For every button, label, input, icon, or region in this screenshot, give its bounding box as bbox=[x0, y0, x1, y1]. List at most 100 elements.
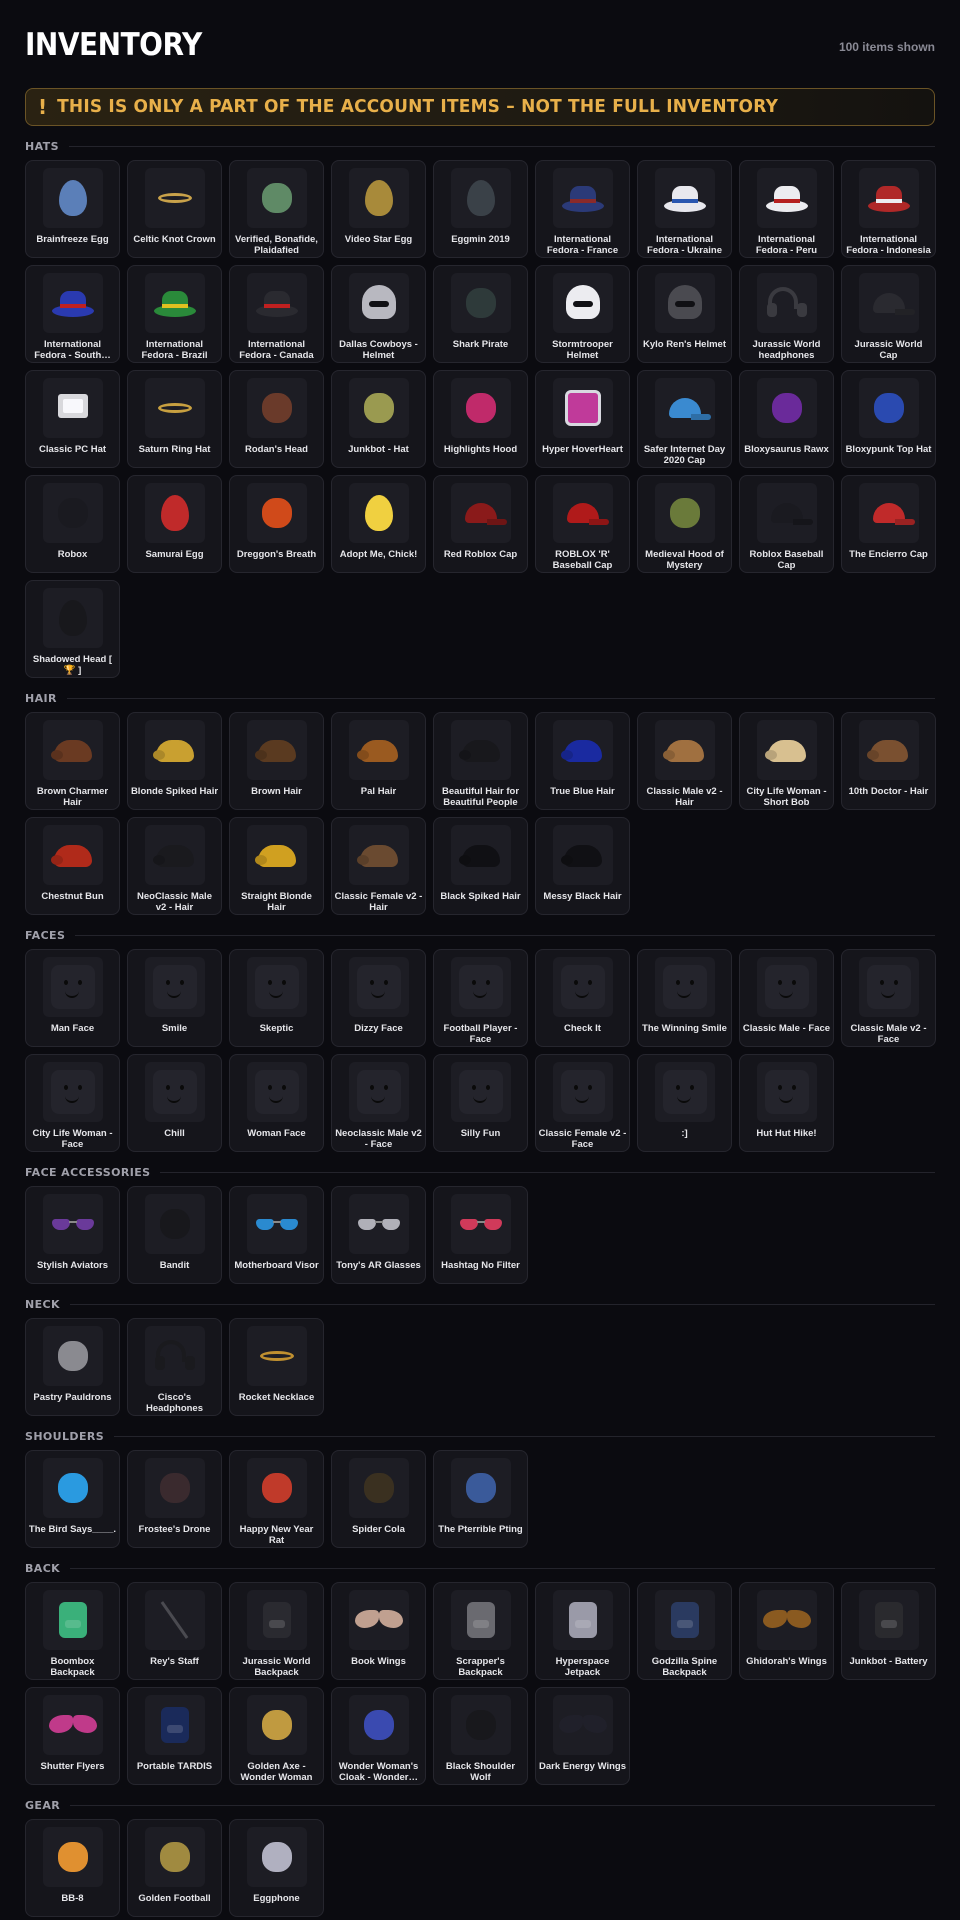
item-card[interactable]: The Pterrible Pting bbox=[433, 1450, 528, 1548]
item-card[interactable]: International Fedora - Indonesia bbox=[841, 160, 936, 258]
item-card[interactable]: Ghidorah's Wings bbox=[739, 1582, 834, 1680]
item-card[interactable]: Junkbot - Hat bbox=[331, 370, 426, 468]
item-card[interactable]: International Fedora - Brazil bbox=[127, 265, 222, 363]
item-card[interactable]: Rodan's Head bbox=[229, 370, 324, 468]
item-card[interactable]: Neoclassic Male v2 - Face bbox=[331, 1054, 426, 1152]
item-card[interactable]: Classic Female v2 - Face bbox=[535, 1054, 630, 1152]
item-card[interactable]: Book Wings bbox=[331, 1582, 426, 1680]
item-card[interactable]: Check It bbox=[535, 949, 630, 1047]
item-card[interactable]: Rey's Staff bbox=[127, 1582, 222, 1680]
item-card[interactable]: 10th Doctor - Hair bbox=[841, 712, 936, 810]
item-card[interactable]: International Fedora - Peru bbox=[739, 160, 834, 258]
item-card[interactable]: Jurassic World Backpack bbox=[229, 1582, 324, 1680]
item-card[interactable]: Bandit bbox=[127, 1186, 222, 1284]
item-card[interactable]: Safer Internet Day 2020 Cap bbox=[637, 370, 732, 468]
item-card[interactable]: Hyperspace Jetpack bbox=[535, 1582, 630, 1680]
item-card[interactable]: Hashtag No Filter bbox=[433, 1186, 528, 1284]
item-card[interactable]: Shutter Flyers bbox=[25, 1687, 120, 1785]
item-card[interactable]: Rocket Necklace bbox=[229, 1318, 324, 1416]
item-card[interactable]: Adopt Me, Chick! bbox=[331, 475, 426, 573]
item-card[interactable]: :] bbox=[637, 1054, 732, 1152]
item-card[interactable]: Celtic Knot Crown bbox=[127, 160, 222, 258]
item-card[interactable]: Tony's AR Glasses bbox=[331, 1186, 426, 1284]
item-card[interactable]: Saturn Ring Hat bbox=[127, 370, 222, 468]
item-card[interactable]: City Life Woman - Short Bob bbox=[739, 712, 834, 810]
item-card[interactable]: Brown Charmer Hair bbox=[25, 712, 120, 810]
item-card[interactable]: Dreggon's Breath bbox=[229, 475, 324, 573]
item-card[interactable]: Smile bbox=[127, 949, 222, 1047]
item-card[interactable]: BB-8 bbox=[25, 1819, 120, 1917]
item-card[interactable]: Blonde Spiked Hair bbox=[127, 712, 222, 810]
item-card[interactable]: International Fedora - France bbox=[535, 160, 630, 258]
item-card[interactable]: Classic Male v2 - Face bbox=[841, 949, 936, 1047]
item-card[interactable]: Red Roblox Cap bbox=[433, 475, 528, 573]
item-card[interactable]: Shadowed Head [ 🏆 ] bbox=[25, 580, 120, 678]
item-card[interactable]: Kylo Ren's Helmet bbox=[637, 265, 732, 363]
item-card[interactable]: Skeptic bbox=[229, 949, 324, 1047]
item-card[interactable]: NeoClassic Male v2 - Hair bbox=[127, 817, 222, 915]
item-card[interactable]: Jurassic World Cap bbox=[841, 265, 936, 363]
item-card[interactable]: Junkbot - Battery bbox=[841, 1582, 936, 1680]
item-card[interactable]: Football Player - Face bbox=[433, 949, 528, 1047]
item-card[interactable]: Medieval Hood of Mystery bbox=[637, 475, 732, 573]
item-card[interactable]: Samurai Egg bbox=[127, 475, 222, 573]
item-card[interactable]: Chestnut Bun bbox=[25, 817, 120, 915]
item-card[interactable]: Dizzy Face bbox=[331, 949, 426, 1047]
item-card[interactable]: Robox bbox=[25, 475, 120, 573]
item-card[interactable]: Boombox Backpack bbox=[25, 1582, 120, 1680]
item-card[interactable]: ROBLOX 'R' Baseball Cap bbox=[535, 475, 630, 573]
item-card[interactable]: Brainfreeze Egg bbox=[25, 160, 120, 258]
item-card[interactable]: The Encierro Cap bbox=[841, 475, 936, 573]
item-card[interactable]: City Life Woman - Face bbox=[25, 1054, 120, 1152]
item-card[interactable]: International Fedora - Ukraine bbox=[637, 160, 732, 258]
item-card[interactable]: Chill bbox=[127, 1054, 222, 1152]
item-card[interactable]: Eggphone bbox=[229, 1819, 324, 1917]
item-card[interactable]: Bloxysaurus Rawx bbox=[739, 370, 834, 468]
item-card[interactable]: Woman Face bbox=[229, 1054, 324, 1152]
item-card[interactable]: Roblox Baseball Cap bbox=[739, 475, 834, 573]
item-card[interactable]: True Blue Hair bbox=[535, 712, 630, 810]
item-card[interactable]: Spider Cola bbox=[331, 1450, 426, 1548]
item-card[interactable]: Beautiful Hair for Beautiful People bbox=[433, 712, 528, 810]
item-card[interactable]: International Fedora - Canada bbox=[229, 265, 324, 363]
item-card[interactable]: Dark Energy Wings bbox=[535, 1687, 630, 1785]
item-card[interactable]: Shark Pirate bbox=[433, 265, 528, 363]
item-card[interactable]: Motherboard Visor bbox=[229, 1186, 324, 1284]
item-card[interactable]: Classic Male - Face bbox=[739, 949, 834, 1047]
item-card[interactable]: Man Face bbox=[25, 949, 120, 1047]
item-card[interactable]: Highlights Hood bbox=[433, 370, 528, 468]
item-card[interactable]: Classic Male v2 - Hair bbox=[637, 712, 732, 810]
item-card[interactable]: Brown Hair bbox=[229, 712, 324, 810]
item-card[interactable]: Straight Blonde Hair bbox=[229, 817, 324, 915]
item-card[interactable]: Golden Axe - Wonder Woman bbox=[229, 1687, 324, 1785]
item-card[interactable]: Cisco's Headphones bbox=[127, 1318, 222, 1416]
item-card[interactable]: Video Star Egg bbox=[331, 160, 426, 258]
item-card[interactable]: Golden Football bbox=[127, 1819, 222, 1917]
item-card[interactable]: Verified, Bonafide, Plaidafied bbox=[229, 160, 324, 258]
item-card[interactable]: Happy New Year Rat bbox=[229, 1450, 324, 1548]
item-card[interactable]: Silly Fun bbox=[433, 1054, 528, 1152]
item-card[interactable]: Pastry Pauldrons bbox=[25, 1318, 120, 1416]
item-card[interactable]: Scrapper's Backpack bbox=[433, 1582, 528, 1680]
item-card[interactable]: Frostee's Drone bbox=[127, 1450, 222, 1548]
item-card[interactable]: Godzilla Spine Backpack bbox=[637, 1582, 732, 1680]
item-card[interactable]: Classic Female v2 - Hair bbox=[331, 817, 426, 915]
item-card[interactable]: Bloxypunk Top Hat bbox=[841, 370, 936, 468]
item-card[interactable]: Hut Hut Hike! bbox=[739, 1054, 834, 1152]
item-card[interactable]: The Winning Smile bbox=[637, 949, 732, 1047]
item-card[interactable]: Eggmin 2019 bbox=[433, 160, 528, 258]
item-card[interactable]: Hyper HoverHeart bbox=[535, 370, 630, 468]
item-card[interactable]: Black Shoulder Wolf bbox=[433, 1687, 528, 1785]
item-card[interactable]: Dallas Cowboys - Helmet bbox=[331, 265, 426, 363]
item-card[interactable]: Stylish Aviators bbox=[25, 1186, 120, 1284]
item-card[interactable]: Classic PC Hat bbox=[25, 370, 120, 468]
item-card[interactable]: Black Spiked Hair bbox=[433, 817, 528, 915]
item-card[interactable]: Portable TARDIS bbox=[127, 1687, 222, 1785]
item-card[interactable]: Wonder Woman's Cloak - Wonder… bbox=[331, 1687, 426, 1785]
item-card[interactable]: International Fedora - South… bbox=[25, 265, 120, 363]
item-card[interactable]: Stormtrooper Helmet bbox=[535, 265, 630, 363]
item-card[interactable]: The Bird Says____. bbox=[25, 1450, 120, 1548]
item-card[interactable]: Jurassic World headphones bbox=[739, 265, 834, 363]
item-card[interactable]: Messy Black Hair bbox=[535, 817, 630, 915]
item-card[interactable]: Pal Hair bbox=[331, 712, 426, 810]
